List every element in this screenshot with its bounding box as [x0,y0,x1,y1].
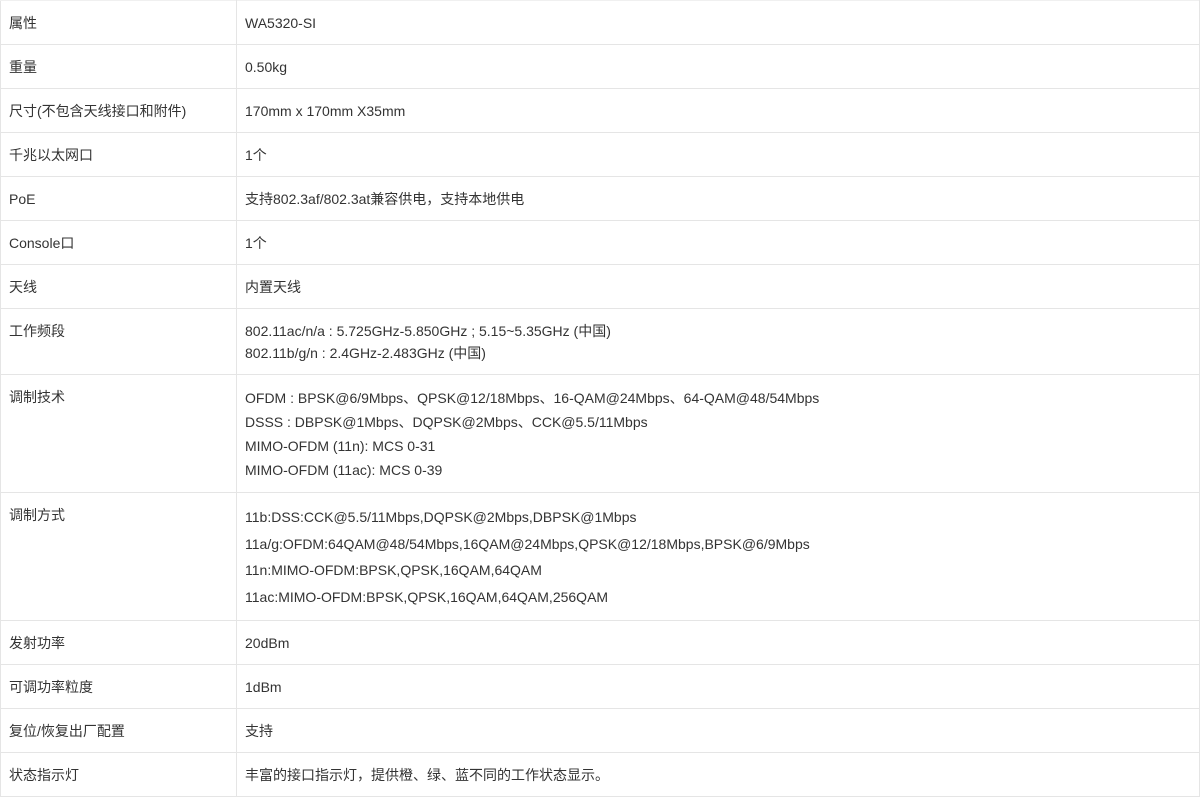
row-value: 802.11ac/n/a : 5.725GHz-5.850GHz ; 5.15~… [236,308,1200,375]
row-label: PoE [0,176,237,221]
value-line: 1个 [245,147,267,163]
table-row: 调制方式 11b:DSS:CCK@5.5/11Mbps,DQPSK@2Mbps,… [0,492,1200,621]
row-label: 调制方式 [0,492,237,621]
row-label: Console口 [0,220,237,265]
row-label: 复位/恢复出厂配置 [0,708,237,753]
table-row: 状态指示灯 丰富的接口指示灯，提供橙、绿、蓝不同的工作状态显示。 [0,752,1200,797]
value-line: 802.11ac/n/a : 5.725GHz-5.850GHz ; 5.15~… [245,323,611,339]
row-label: 属性 [0,0,237,45]
value-line: OFDM : BPSK@6/9Mbps、QPSK@12/18Mbps、16-QA… [245,390,820,406]
value-line: 11n:MIMO-OFDM:BPSK,QPSK,16QAM,64QAM [245,562,542,578]
row-label: 调制技术 [0,374,237,493]
value-line: MIMO-OFDM (11n): MCS 0-31 [245,438,436,454]
value-line: 11ac:MIMO-OFDM:BPSK,QPSK,16QAM,64QAM,256… [245,588,609,605]
row-value: 11b:DSS:CCK@5.5/11Mbps,DQPSK@2Mbps,DBPSK… [236,492,1200,621]
row-label: 发射功率 [0,620,237,665]
row-label: 可调功率粒度 [0,664,237,709]
value-line: 1个 [245,235,267,251]
table-row: 调制技术 OFDM : BPSK@6/9Mbps、QPSK@12/18Mbps、… [0,374,1200,493]
row-label: 状态指示灯 [0,752,237,797]
row-value: 支持 [236,708,1200,753]
row-label: 天线 [0,264,237,309]
table-row: 工作频段 802.11ac/n/a : 5.725GHz-5.850GHz ; … [0,308,1200,375]
value-line: MIMO-OFDM (11ac): MCS 0-39 [245,462,443,478]
table-row: 可调功率粒度 1dBm [0,664,1200,709]
row-value: 1个 [236,132,1200,177]
table-row: Console口 1个 [0,220,1200,265]
value-line: WA5320-SI [245,15,317,31]
row-label: 千兆以太网口 [0,132,237,177]
row-label: 工作频段 [0,308,237,375]
value-line: 1dBm [245,679,282,695]
table-row: 尺寸(不包含天线接口和附件) 170mm x 170mm X35mm [0,88,1200,133]
table-row: 天线 内置天线 [0,264,1200,309]
table-row: 发射功率 20dBm [0,620,1200,665]
value-line: 11b:DSS:CCK@5.5/11Mbps,DQPSK@2Mbps,DBPSK… [245,509,637,525]
row-value: 170mm x 170mm X35mm [236,88,1200,133]
value-line: 支持 [245,723,273,739]
value-line: 丰富的接口指示灯，提供橙、绿、蓝不同的工作状态显示。 [245,767,609,783]
value-line: 支持802.3af/802.3at兼容供电，支持本地供电 [245,191,525,207]
value-line: 20dBm [245,635,290,651]
row-value: 丰富的接口指示灯，提供橙、绿、蓝不同的工作状态显示。 [236,752,1200,797]
value-line: 170mm x 170mm X35mm [245,103,406,119]
row-label: 重量 [0,44,237,89]
row-value: OFDM : BPSK@6/9Mbps、QPSK@12/18Mbps、16-QA… [236,374,1200,493]
table-row: 属性 WA5320-SI [0,0,1200,45]
value-line: 内置天线 [245,279,301,295]
value-line: 0.50kg [245,59,288,75]
row-value: 支持802.3af/802.3at兼容供电，支持本地供电 [236,176,1200,221]
row-value: 内置天线 [236,264,1200,309]
value-line: DSSS : DBPSK@1Mbps、DQPSK@2Mbps、CCK@5.5/1… [245,414,648,430]
table-row: PoE 支持802.3af/802.3at兼容供电，支持本地供电 [0,176,1200,221]
row-value: WA5320-SI [236,0,1200,45]
table-row: 复位/恢复出厂配置 支持 [0,708,1200,753]
table-row: 重量 0.50kg [0,44,1200,89]
row-value: 1个 [236,220,1200,265]
row-value: 1dBm [236,664,1200,709]
row-value: 20dBm [236,620,1200,665]
row-value: 0.50kg [236,44,1200,89]
row-label: 尺寸(不包含天线接口和附件) [0,88,237,133]
value-line: 802.11b/g/n : 2.4GHz-2.483GHz (中国) [245,345,486,361]
value-line: 11a/g:OFDM:64QAM@48/54Mbps,16QAM@24Mbps,… [245,535,810,552]
spec-table: 属性 WA5320-SI 重量 0.50kg 尺寸(不包含天线接口和附件) 17… [0,0,1200,797]
table-row: 千兆以太网口 1个 [0,132,1200,177]
